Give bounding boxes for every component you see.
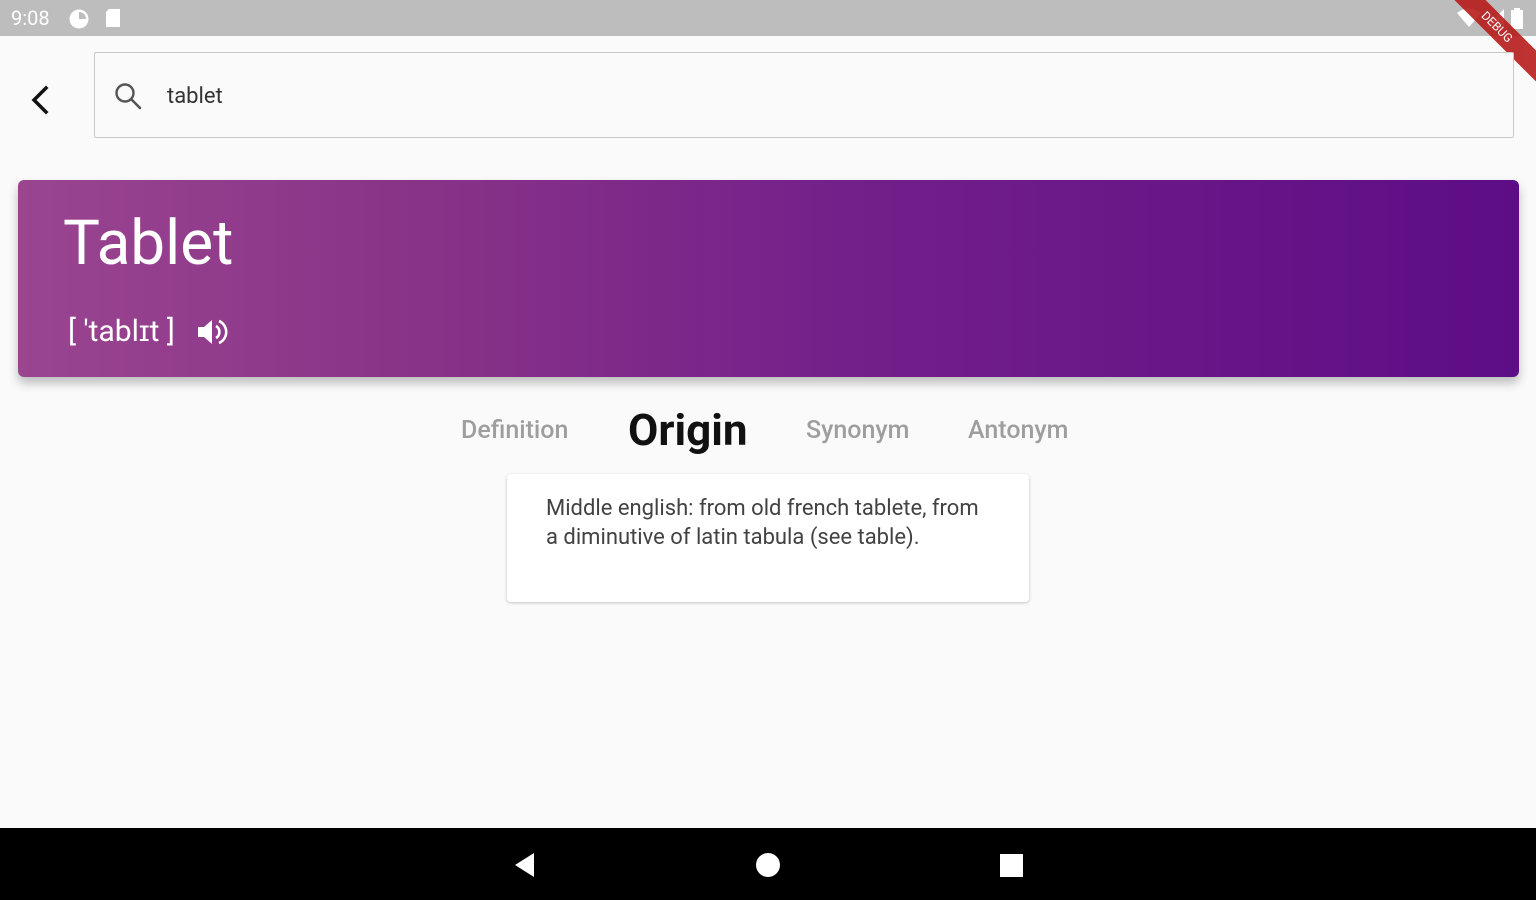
tab-origin[interactable]: Origin	[628, 403, 748, 457]
nav-recents-button[interactable]	[996, 850, 1026, 880]
nav-back-button[interactable]	[510, 850, 540, 880]
tab-synonym[interactable]: Synonym	[806, 415, 909, 447]
origin-card: Middle english: from old french tablete,…	[507, 474, 1029, 602]
status-time: 9:08	[11, 6, 50, 30]
sd-card-icon	[104, 8, 122, 32]
pronunciation-text: [ 'tablɪt ]	[68, 314, 175, 349]
tab-antonym[interactable]: Antonym	[968, 415, 1068, 447]
search-input[interactable]	[165, 77, 1469, 115]
word-title: Tablet	[63, 207, 234, 280]
data-saver-icon	[68, 8, 90, 34]
search-box[interactable]	[94, 52, 1514, 138]
word-header-card: Tablet [ 'tablɪt ]	[18, 180, 1519, 377]
speaker-icon[interactable]	[195, 315, 229, 349]
nav-home-button[interactable]	[753, 850, 783, 880]
origin-text: Middle english: from old french tablete,…	[546, 496, 979, 550]
chevron-left-icon	[31, 85, 49, 115]
pronunciation-row: [ 'tablɪt ]	[68, 312, 229, 352]
square-recents-icon	[1000, 854, 1023, 877]
circle-home-icon	[756, 853, 780, 877]
back-button[interactable]	[18, 78, 62, 122]
triangle-back-icon	[515, 853, 534, 877]
status-bar: 9:08	[0, 0, 1536, 36]
tab-definition[interactable]: Definition	[461, 415, 568, 447]
search-icon	[113, 81, 143, 115]
navigation-bar	[0, 828, 1536, 900]
